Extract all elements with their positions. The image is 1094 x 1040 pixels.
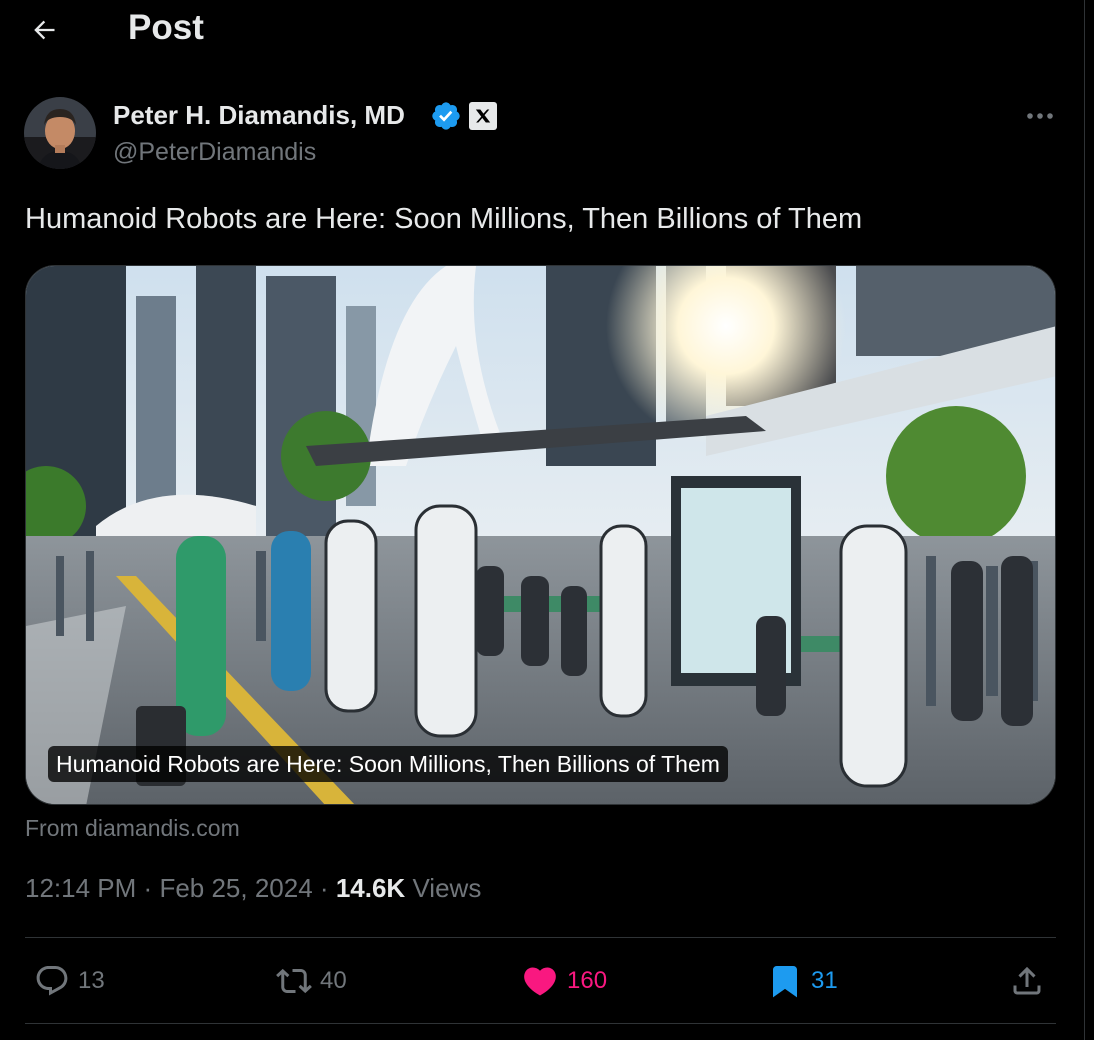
reply-count: 13 [78,967,105,994]
share-icon [1009,963,1045,999]
column-border [1084,0,1085,1040]
reply-button[interactable]: 13 [34,958,105,1004]
post-time[interactable]: 12:14 PM [25,873,136,903]
card-source[interactable]: From diamandis.com [25,815,240,842]
x-logo-icon[interactable] [469,102,497,130]
divider [25,937,1056,938]
repost-icon [276,963,312,999]
repost-count: 40 [320,967,347,994]
post-date[interactable]: Feb 25, 2024 [159,873,312,903]
page-title: Post [128,8,204,47]
more-icon [1027,113,1053,119]
divider [25,1023,1056,1024]
share-button[interactable] [1009,958,1053,1004]
repost-button[interactable]: 40 [276,958,347,1004]
bookmark-button[interactable]: 31 [767,958,838,1004]
page-header: Post [0,0,1084,56]
author-name[interactable]: Peter H. Diamandis, MD [113,100,405,131]
post-text: Humanoid Robots are Here: Soon Millions,… [25,203,863,235]
views-label: Views [412,873,482,903]
avatar[interactable] [24,97,96,169]
like-count: 160 [567,967,608,994]
meta-separator: · [319,873,329,903]
post-meta: 12:14 PM · Feb 25, 2024 · 14.6K Views [25,873,481,904]
verified-badge-icon[interactable] [430,100,462,132]
arrow-left-icon [34,20,55,40]
bookmark-icon [767,963,803,999]
back-button[interactable] [22,8,66,52]
bookmark-count: 31 [811,967,838,994]
card-image [26,266,1055,804]
meta-separator: · [143,873,153,903]
more-options-button[interactable] [1022,100,1058,132]
link-card[interactable]: Humanoid Robots are Here: Soon Millions,… [25,265,1056,805]
reply-icon [34,963,70,999]
author-handle[interactable]: @PeterDiamandis [113,138,316,167]
card-caption: Humanoid Robots are Here: Soon Millions,… [48,746,728,782]
heart-icon [521,962,559,1000]
views-count[interactable]: 14.6K [336,873,405,903]
like-button[interactable]: 160 [521,958,607,1004]
